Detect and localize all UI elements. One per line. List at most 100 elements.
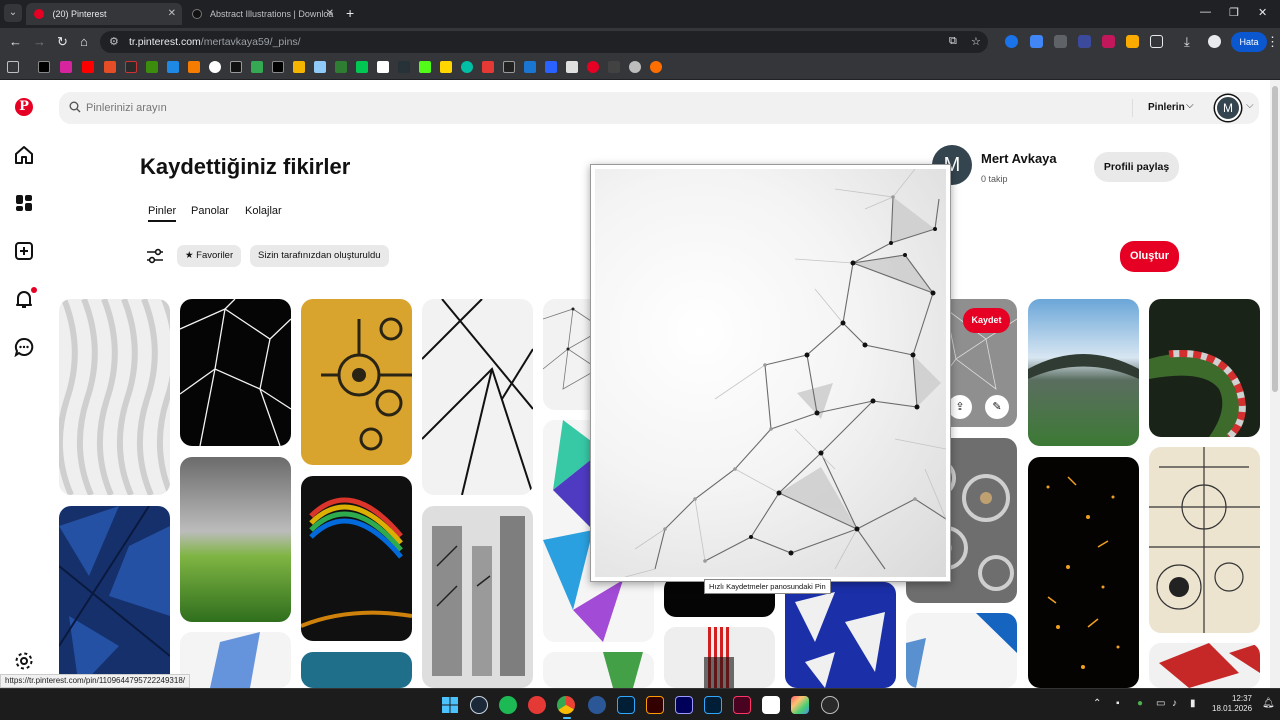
system-clock[interactable]: 12:37 18.01.2026 — [1212, 694, 1252, 714]
microphone-icon[interactable]: ● — [1137, 698, 1143, 709]
tray-app-icon[interactable]: ▪ — [1116, 698, 1120, 709]
browser-menu-icon[interactable]: ⋮ — [1266, 34, 1279, 50]
url-field[interactable]: ⚙ tr.pinterest.com/mertavkaya59/_pins/ ⧉… — [100, 31, 988, 53]
bookmark-icon[interactable] — [104, 61, 116, 73]
battery-icon[interactable]: ▮ — [1190, 698, 1196, 709]
minimize-icon[interactable]: — — [1200, 6, 1211, 18]
share-profile-button[interactable]: Profili paylaş — [1094, 152, 1179, 182]
create-icon[interactable] — [12, 239, 36, 263]
volume-icon[interactable]: ♪ — [1172, 698, 1177, 709]
settings-gear-icon[interactable] — [12, 649, 36, 673]
bookmark-icon[interactable] — [146, 61, 158, 73]
tray-overflow-icon[interactable]: ⌃ — [1093, 698, 1101, 709]
pinterest-logo-icon[interactable]: P — [15, 98, 33, 116]
pin-card[interactable] — [422, 299, 533, 495]
chevron-down-icon[interactable]: ⌵ — [1186, 100, 1194, 111]
bookmark-icon[interactable] — [167, 61, 179, 73]
bookmark-x-icon[interactable] — [38, 61, 50, 73]
install-app-icon[interactable]: ⧉ — [949, 35, 957, 48]
pin-card[interactable] — [1149, 447, 1260, 633]
close-tab-icon[interactable]: ✕ — [326, 3, 334, 25]
scrollbar-thumb[interactable] — [1272, 86, 1278, 392]
app-icon[interactable] — [588, 696, 606, 714]
created-by-you-chip[interactable]: Sizin tarafınızdan oluşturuldu — [250, 245, 389, 267]
bookmark-icon[interactable] — [188, 61, 200, 73]
media-player-icon[interactable] — [528, 696, 546, 714]
app-icon[interactable] — [821, 696, 839, 714]
pin-card[interactable] — [422, 506, 533, 688]
home-icon[interactable] — [12, 143, 36, 167]
app-icon[interactable] — [791, 696, 809, 714]
pin-card[interactable] — [1028, 457, 1139, 688]
pin-card[interactable] — [180, 457, 291, 622]
illustrator-icon[interactable] — [646, 696, 664, 714]
account-chevron-down-icon[interactable]: ⌵ — [1246, 100, 1254, 111]
bookmark-icon[interactable] — [314, 61, 326, 73]
bookmark-icon[interactable] — [503, 61, 515, 73]
download-icon[interactable]: ⤓ — [1184, 34, 1190, 50]
search-scope-dropdown[interactable]: Pinlerin — [1148, 102, 1185, 113]
spotify-icon[interactable] — [499, 696, 517, 714]
steam-icon[interactable] — [470, 696, 488, 714]
pin-card[interactable] — [906, 613, 1017, 688]
pin-card[interactable] — [1028, 299, 1139, 446]
pin-card[interactable] — [543, 652, 654, 688]
bookmark-pdf-icon[interactable] — [482, 61, 494, 73]
bookmark-icon[interactable] — [293, 61, 305, 73]
pin-search-bar[interactable]: Pinlerinizi arayın Pinlerin ⌵ — [59, 92, 1259, 124]
pin-card[interactable] — [1149, 643, 1260, 688]
reload-icon[interactable]: ↻ — [57, 34, 68, 50]
browser-error-badge[interactable]: Hata — [1231, 32, 1267, 52]
new-tab-icon[interactable]: + — [346, 5, 354, 21]
bookmark-pinterest-icon[interactable] — [587, 61, 599, 73]
extension-icon[interactable] — [1078, 35, 1091, 48]
page-scrollbar[interactable] — [1270, 80, 1280, 688]
bookmark-icon[interactable] — [461, 61, 473, 73]
extension-icon[interactable] — [1102, 35, 1115, 48]
extension-icon[interactable] — [1054, 35, 1067, 48]
tab-pinterest[interactable]: (20) Pinterest ✕ — [26, 3, 182, 25]
pin-card[interactable] — [180, 632, 291, 688]
bookmark-icon[interactable] — [377, 61, 389, 73]
edit-pin-pencil-icon[interactable]: ✎ — [985, 395, 1009, 419]
tab-abstract-illustrations[interactable]: Abstract Illustrations | Downloa ✕ — [184, 3, 340, 25]
share-pin-icon[interactable]: ⇪ — [948, 395, 972, 419]
pin-card[interactable] — [1149, 299, 1260, 437]
pin-card[interactable] — [664, 627, 775, 688]
bookmark-star-icon[interactable]: ☆ — [971, 35, 981, 48]
restore-icon[interactable]: ❐ — [1229, 6, 1239, 19]
extensions-puzzle-icon[interactable] — [1150, 35, 1163, 48]
create-button[interactable]: Oluştur — [1120, 241, 1179, 272]
photoshop-icon[interactable] — [617, 696, 635, 714]
profile-follow-count[interactable]: 0 takip — [981, 174, 1008, 184]
bookmark-amazon-icon[interactable] — [230, 61, 242, 73]
bookmark-icon[interactable] — [209, 61, 221, 73]
tab-pins[interactable]: Pinler — [148, 205, 177, 222]
bookmark-icon[interactable] — [608, 61, 620, 73]
notifications-bell-icon[interactable]: 🔔︎ — [1262, 698, 1275, 709]
pin-card[interactable] — [59, 506, 170, 688]
bookmark-drive-icon[interactable] — [251, 61, 263, 73]
bookmark-icon[interactable] — [440, 61, 452, 73]
bookmark-kick-icon[interactable] — [419, 61, 431, 73]
save-pin-button[interactable]: Kaydet — [963, 308, 1010, 333]
messages-icon[interactable] — [12, 335, 36, 359]
chrome-icon[interactable] — [557, 696, 575, 714]
user-avatar[interactable]: M — [1215, 95, 1241, 121]
bookmark-icon[interactable] — [524, 61, 536, 73]
bookmark-icon[interactable] — [125, 61, 137, 73]
extension-icon[interactable] — [1030, 35, 1043, 48]
bookmark-instagram-icon[interactable] — [60, 61, 72, 73]
extension-icon[interactable] — [1005, 35, 1018, 48]
profile-name[interactable]: Mert Avkaya — [981, 151, 1057, 166]
pin-card[interactable] — [785, 582, 896, 688]
pin-hover-preview[interactable] — [590, 164, 951, 582]
bookmark-icon[interactable] — [356, 61, 368, 73]
bookmark-icon[interactable] — [335, 61, 347, 73]
filter-sliders-icon[interactable] — [145, 247, 165, 265]
bookmark-icon[interactable] — [545, 61, 557, 73]
pin-card[interactable] — [301, 652, 412, 688]
indesign-icon[interactable] — [733, 696, 751, 714]
extension-icon[interactable] — [1126, 35, 1139, 48]
display-icon[interactable]: ▭ — [1156, 698, 1165, 709]
